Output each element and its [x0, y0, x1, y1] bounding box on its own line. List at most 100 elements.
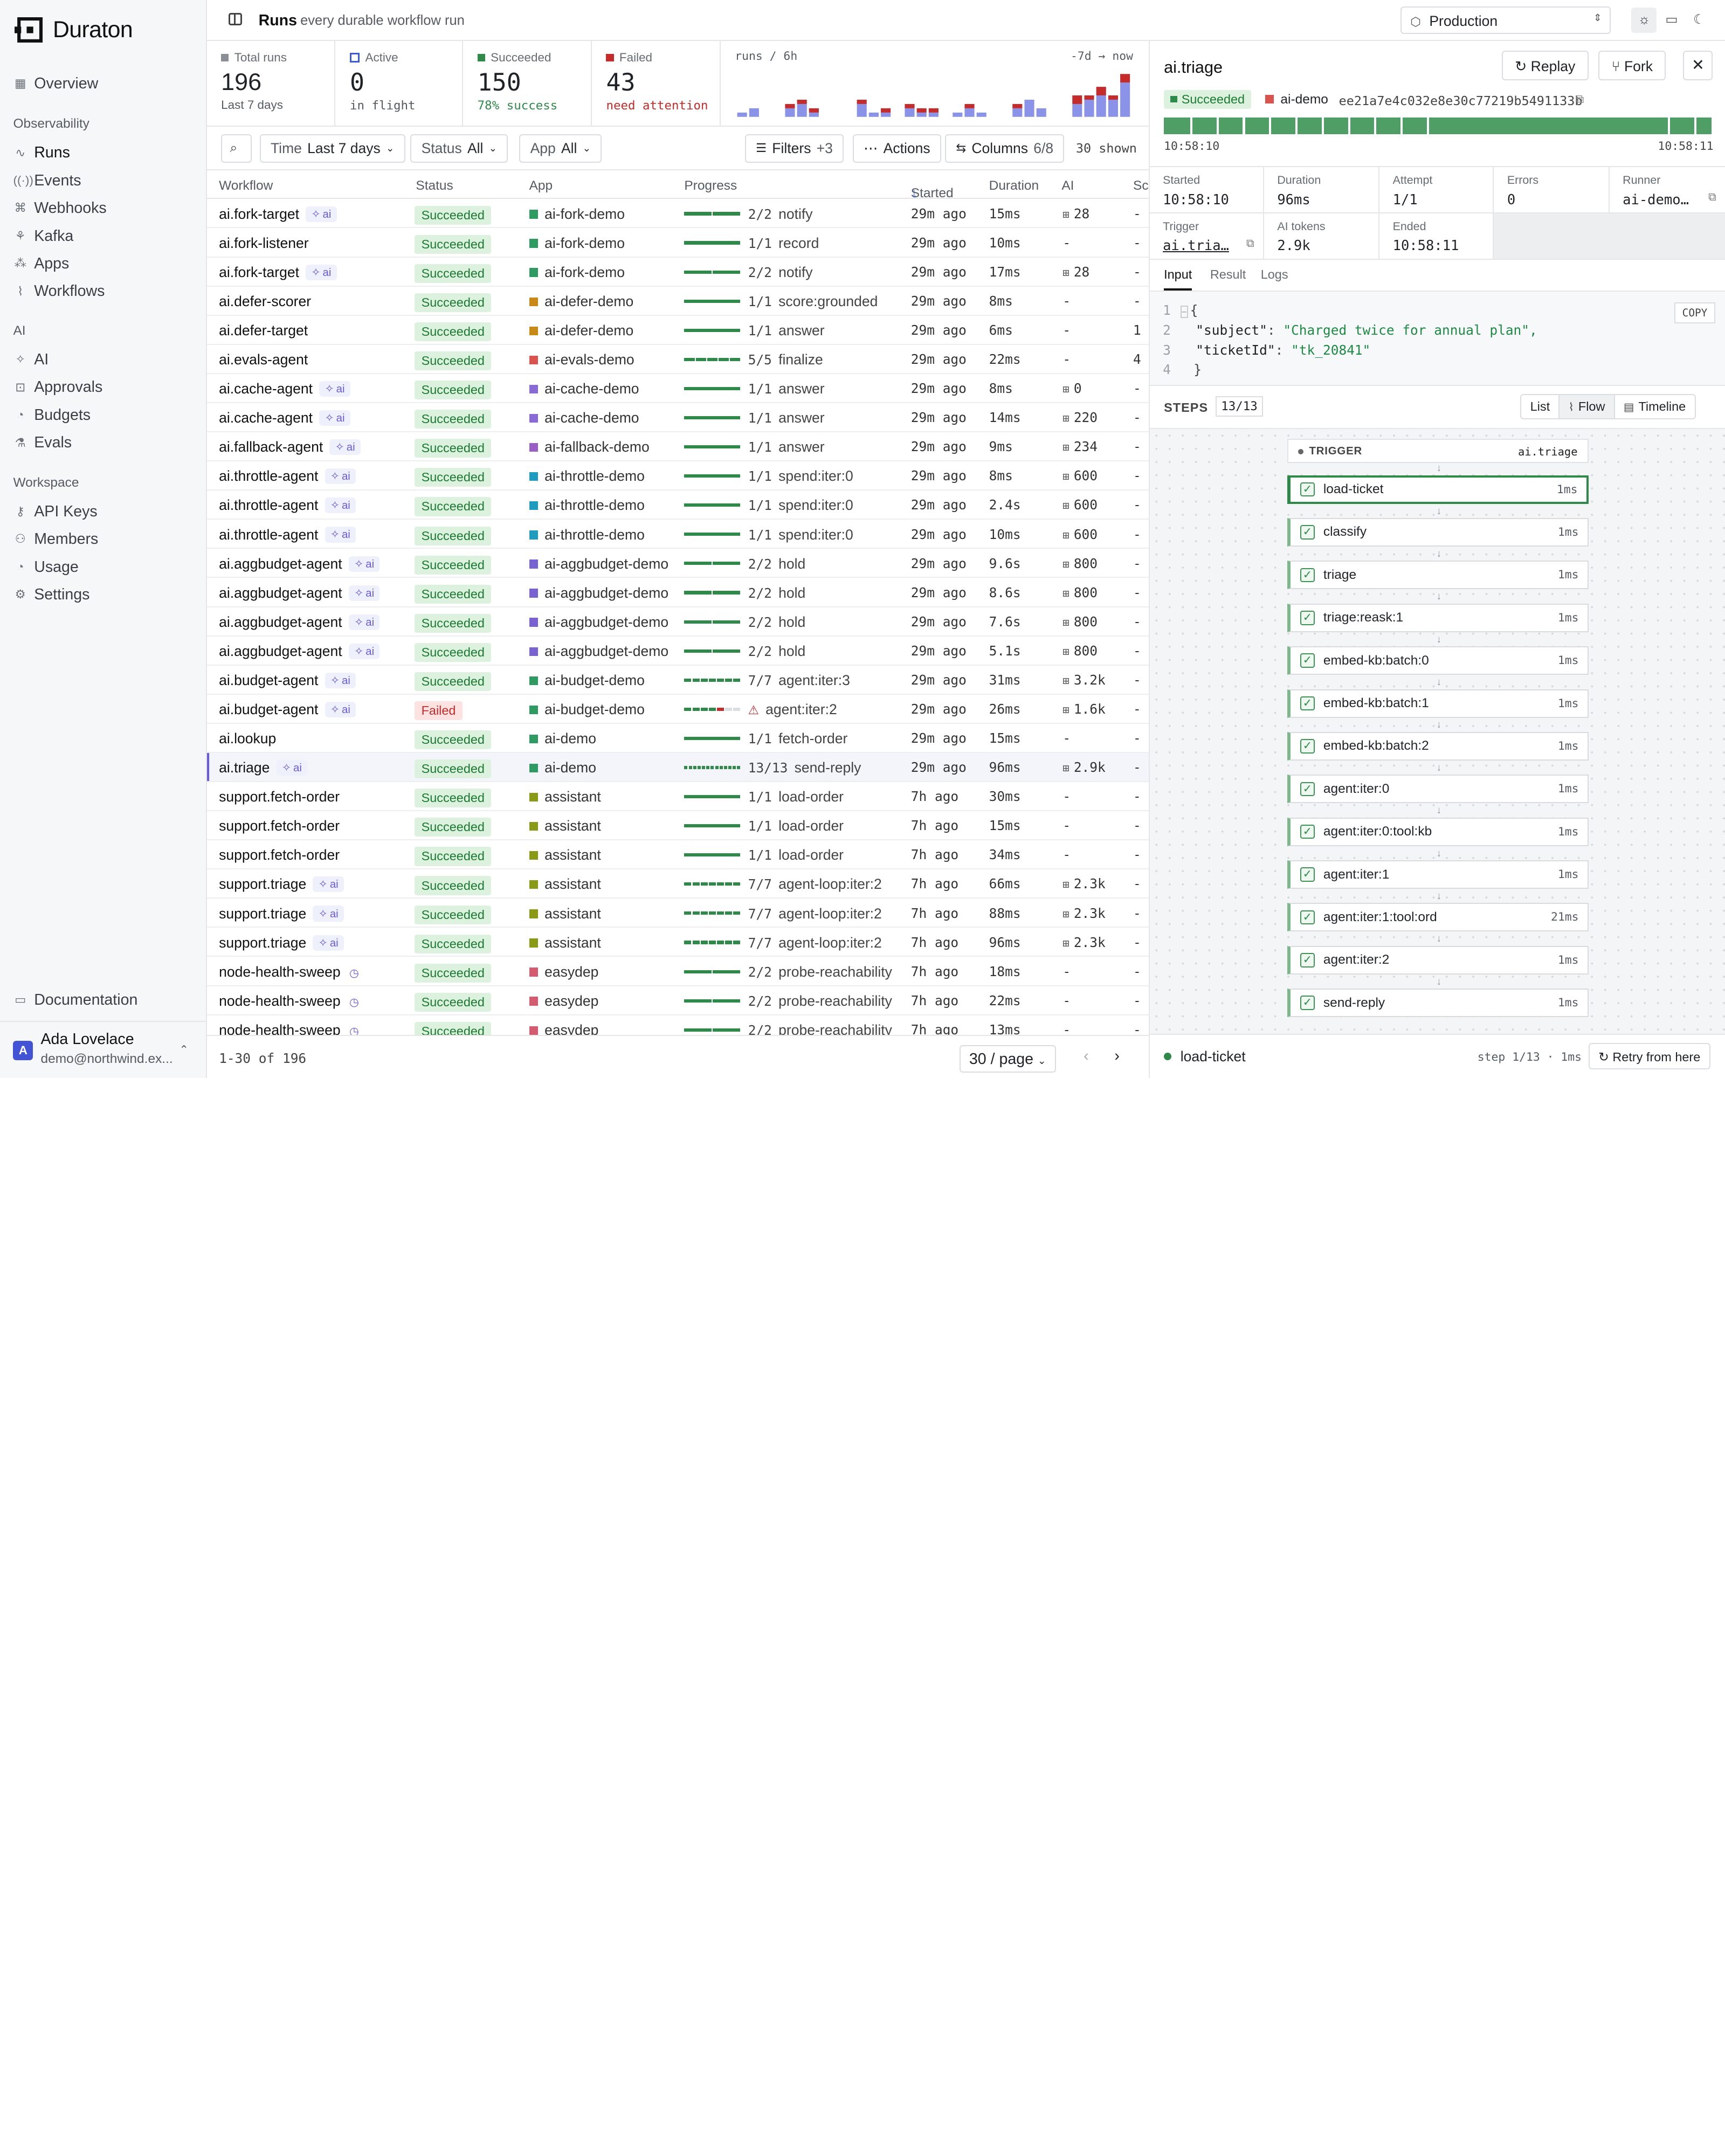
sidebar-item-approvals[interactable]: ⊡ Approvals — [13, 378, 102, 396]
environment-select[interactable]: ⬡ Production ⇕ — [1400, 6, 1611, 34]
table-row[interactable]: ai.fork-target ✧ ai Succeeded ai-fork-demo 2/… — [206, 199, 1149, 229]
next-page-icon[interactable]: › — [1114, 1047, 1120, 1065]
step-node[interactable]: ✓ embed-kb:batch:2 1ms — [1287, 731, 1589, 761]
step-node[interactable]: ✓ embed-kb:batch:0 1ms — [1287, 646, 1589, 675]
per-page-select[interactable]: 30 / page ⌄ — [959, 1045, 1056, 1073]
view-list[interactable]: List — [1521, 395, 1558, 418]
table-row[interactable]: node-health-sweep ◷ Succeeded easydep 2/2 pro… — [207, 1015, 1149, 1035]
sidebar-item-api-keys[interactable]: ⚷ API Keys — [13, 503, 98, 521]
app-filter[interactable]: App All ⌄ — [519, 134, 602, 163]
sidebar-item-events[interactable]: ((·)) Events — [13, 172, 81, 190]
step-node[interactable]: ✓ agent:iter:0 1ms — [1287, 775, 1589, 804]
step-node[interactable]: ✓ triage:reask:1 1ms — [1287, 603, 1589, 632]
table-row[interactable]: ai.budget-agent ✧ ai Succeeded ai-budget-dem… — [206, 666, 1149, 695]
sidebar-item-apps[interactable]: ⁂ Apps — [13, 255, 70, 273]
table-row[interactable]: support.fetch-order Succeeded assistant 1/1… — [206, 840, 1149, 870]
table-row[interactable]: ai.fork-target ✧ ai Succeeded ai-fork-demo 2/… — [206, 258, 1149, 287]
table-row[interactable]: node-health-sweep ◷ Succeeded easydep 2/2 pro… — [206, 986, 1149, 1015]
step-node[interactable]: ✓ embed-kb:batch:1 1ms — [1287, 689, 1589, 718]
sidebar-toggle-icon[interactable] — [229, 13, 242, 25]
table-row[interactable]: support.fetch-order Succeeded assistant 1/1… — [206, 782, 1149, 812]
table-row[interactable]: ai.evals-agent Succeeded ai-evals-demo 5/5 f… — [206, 345, 1149, 374]
step-node[interactable]: ✓ agent:iter:0:tool:kb 1ms — [1287, 817, 1589, 846]
sidebar-item-usage[interactable]: ◔ Usage — [13, 558, 79, 576]
col-ai[interactable]: AI — [1061, 178, 1074, 194]
sidebar-item-overview[interactable]: ▦ Overview — [13, 75, 98, 93]
retry-button[interactable]: ↻ Retry from here — [1588, 1042, 1710, 1069]
stat-active[interactable]: Active 0 in flight — [335, 40, 464, 127]
table-row[interactable]: ai.fallback-agent ✧ ai Succeeded ai-fallback… — [206, 432, 1149, 462]
sidebar-item-runs[interactable]: ∿ Runs — [13, 144, 70, 162]
brand[interactable]: Duraton — [14, 17, 133, 43]
table-row[interactable]: ai.throttle-agent ✧ ai Succeeded ai-throttle… — [206, 520, 1149, 549]
status-filter[interactable]: Status All ⌄ — [410, 134, 508, 163]
filters-button[interactable]: ☰ Filters +3 — [744, 134, 844, 163]
copy-button[interactable]: COPY — [1674, 302, 1715, 324]
table-row[interactable]: ai.lookup Succeeded ai-demo 1/1 fetch-order 2… — [206, 724, 1149, 753]
table-row[interactable]: ai.budget-agent ✧ ai Failed ai-budget-demo ⚠ a… — [206, 695, 1149, 724]
theme-system-icon[interactable]: ▭ — [1659, 8, 1685, 33]
col-status[interactable]: Status — [416, 178, 453, 194]
table-row[interactable]: ai.triage ✧ ai Succeeded ai-demo 13/13 send-re… — [206, 752, 1149, 782]
table-row[interactable]: support.triage ✧ ai Succeeded assistant 7/7 ag… — [206, 928, 1149, 957]
step-node[interactable]: ✓ agent:iter:1:tool:ord 21ms — [1287, 903, 1589, 932]
table-row[interactable]: ai.throttle-agent ✧ ai Succeeded ai-throttle… — [206, 461, 1149, 491]
table-row[interactable]: ai.cache-agent ✧ ai Succeeded ai-cache-demo 1… — [206, 403, 1149, 433]
sidebar-item-settings[interactable]: ⚙ Settings — [13, 586, 90, 604]
table-row[interactable]: ai.cache-agent ✧ ai Succeeded ai-cache-demo 1… — [206, 374, 1149, 403]
sidebar-item-evals[interactable]: ⚗ Evals — [13, 434, 72, 452]
copy-icon[interactable]: ⧉ — [1708, 191, 1716, 204]
actions-button[interactable]: ⋯ Actions — [852, 134, 941, 163]
replay-button[interactable]: ↻ Replay — [1501, 50, 1589, 80]
search-button[interactable]: ⌕ — [221, 134, 252, 163]
col-sc[interactable]: Sc — [1133, 178, 1149, 194]
time-filter[interactable]: Time Last 7 days ⌄ — [259, 134, 405, 163]
view-flow[interactable]: ⌇ Flow — [1558, 395, 1614, 418]
meta-value-text[interactable]: ai.tria… — [1163, 238, 1229, 254]
col-app[interactable]: App — [529, 178, 553, 194]
step-node[interactable]: ✓ agent:iter:2 1ms — [1287, 945, 1589, 975]
step-node[interactable]: ✓ load-ticket 1ms — [1287, 475, 1589, 504]
prev-page-icon[interactable]: ‹ — [1084, 1047, 1089, 1065]
tab-logs[interactable]: Logs — [1261, 267, 1288, 282]
table-row[interactable]: ai.throttle-agent ✧ ai Succeeded ai-throttle… — [206, 490, 1149, 520]
table-row[interactable]: support.fetch-order Succeeded assistant 1/1… — [206, 811, 1149, 841]
table-row[interactable]: ai.defer-target Succeeded ai-defer-demo 1/1… — [206, 316, 1149, 345]
sidebar-item-kafka[interactable]: ⚘ Kafka — [13, 227, 74, 245]
table-row[interactable]: ai.aggbudget-agent ✧ ai Succeeded ai-aggbudg… — [206, 549, 1149, 578]
user-menu[interactable]: A Ada Lovelace demo@northwind.ex... — [13, 1031, 173, 1067]
step-node[interactable]: ✓ triage 1ms — [1287, 561, 1589, 590]
col-progress[interactable]: Progress — [684, 178, 737, 194]
col-duration[interactable]: Duration — [989, 178, 1039, 194]
col-workflow[interactable]: Workflow — [219, 178, 273, 194]
table-row[interactable]: ai.aggbudget-agent ✧ ai Succeeded ai-aggbudg… — [206, 607, 1149, 637]
sidebar-item-members[interactable]: ⚇ Members — [13, 530, 99, 548]
fork-button[interactable]: ⑂ Fork — [1598, 50, 1666, 80]
step-node[interactable]: ✓ classify 1ms — [1287, 517, 1589, 547]
trigger-node[interactable]: TRIGGER ai.triage — [1287, 439, 1589, 464]
copy-icon[interactable]: ⧉ — [1246, 238, 1254, 250]
sidebar-item-webhooks[interactable]: ⌘ Webhooks — [13, 199, 107, 217]
sidebar-item-ai[interactable]: ✧ AI — [13, 351, 49, 369]
tab-input[interactable]: Input — [1164, 267, 1192, 291]
table-row[interactable]: node-health-sweep ◷ Succeeded easydep 2/2 pro… — [206, 957, 1149, 986]
fold-icon[interactable]: − — [1180, 306, 1188, 319]
stat-succeeded[interactable]: Succeeded 150 78% success — [463, 40, 592, 127]
theme-light-icon[interactable]: ☼ — [1631, 8, 1657, 33]
table-row[interactable]: support.triage ✧ ai Succeeded assistant 7/7 ag… — [206, 899, 1149, 928]
theme-dark-icon[interactable]: ☾ — [1687, 8, 1712, 33]
columns-button[interactable]: ⇆ Columns 6/8 — [945, 134, 1065, 163]
tab-result[interactable]: Result — [1210, 267, 1246, 282]
step-node[interactable]: ✓ send-reply 1ms — [1287, 989, 1589, 1018]
step-node[interactable]: ✓ agent:iter:1 1ms — [1287, 860, 1589, 889]
table-row[interactable]: ai.fork-listener Succeeded ai-fork-demo 1/1… — [206, 228, 1149, 258]
table-row[interactable]: support.triage ✧ ai Succeeded assistant 7/7 ag… — [206, 869, 1149, 899]
sidebar-item-budgets[interactable]: ◔ Budgets — [13, 406, 91, 424]
table-row[interactable]: ai.aggbudget-agent ✧ ai Succeeded ai-aggbudg… — [206, 637, 1149, 666]
chevron-updown-icon[interactable]: ⌃ — [180, 1043, 189, 1056]
stat-total-runs[interactable]: Total runs 196 Last 7 days — [207, 40, 336, 127]
view-timeline[interactable]: ▤ Timeline — [1613, 395, 1695, 418]
stat-failed[interactable]: Failed 43 need attention — [592, 40, 721, 127]
table-row[interactable]: ai.aggbudget-agent ✧ ai Succeeded ai-aggbudg… — [206, 578, 1149, 607]
close-button[interactable]: ✕ — [1683, 50, 1713, 80]
